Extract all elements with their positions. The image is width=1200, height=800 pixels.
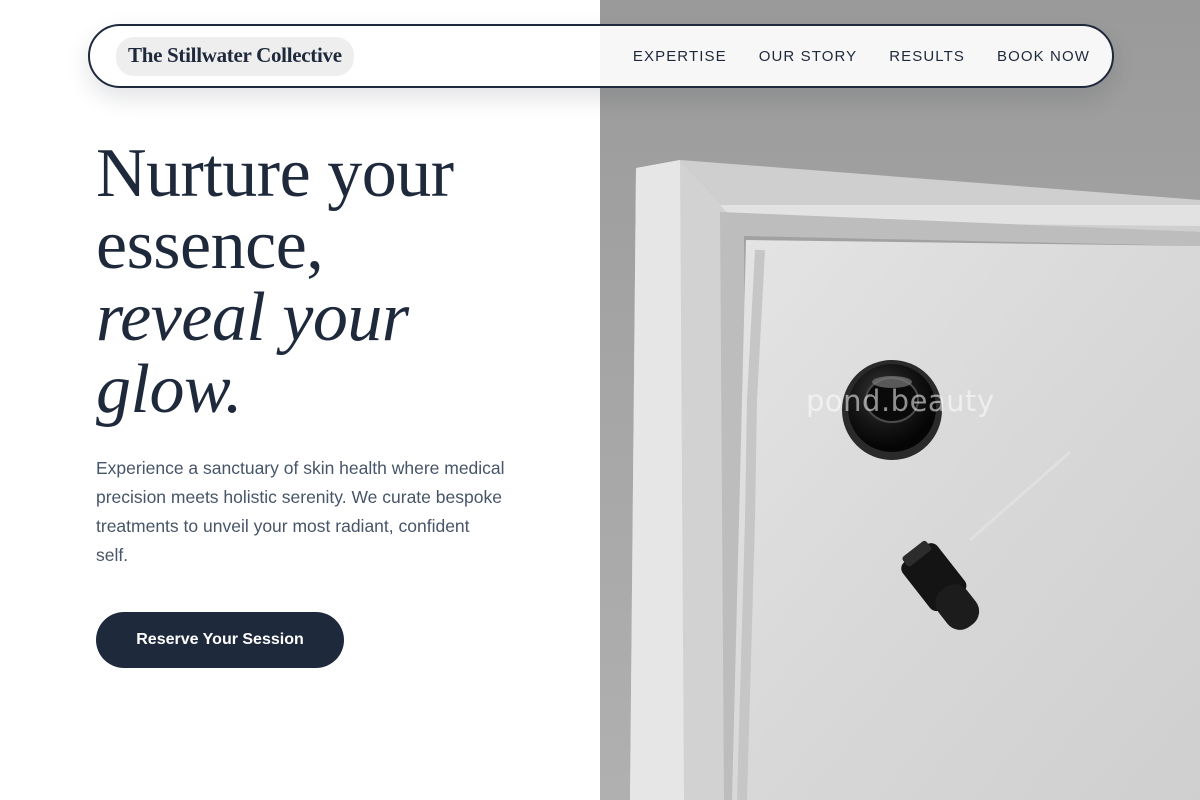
hero-title-line-4: glow. bbox=[96, 351, 242, 428]
hero-title-line-2: essence, bbox=[96, 207, 324, 284]
nav-links: EXPERTISE OUR STORY RESULTS BOOK NOW bbox=[633, 48, 1090, 65]
hero-description: Experience a sanctuary of skin health wh… bbox=[96, 458, 505, 565]
brand-logo[interactable]: The Stillwater Collective bbox=[116, 36, 354, 76]
hero-photo: pond.beauty bbox=[600, 0, 1200, 800]
reserve-session-button[interactable]: Reserve Your Session bbox=[96, 612, 344, 668]
top-navbar: The Stillwater Collective EXPERTISE OUR … bbox=[88, 24, 1114, 88]
nav-link-expertise[interactable]: EXPERTISE bbox=[633, 48, 727, 65]
nav-link-book-now[interactable]: BOOK NOW bbox=[997, 48, 1090, 65]
hero-section: Nurture your essence, reveal your glow. … bbox=[96, 138, 576, 668]
hero-title-line-3: reveal your bbox=[96, 279, 409, 356]
nav-link-our-story[interactable]: OUR STORY bbox=[759, 48, 858, 65]
nav-link-results[interactable]: RESULTS bbox=[889, 48, 965, 65]
hero-title: Nurture your essence, reveal your glow. bbox=[96, 138, 576, 426]
landing-page: pond.beauty The Stillwater Collective EX… bbox=[0, 0, 1200, 800]
image-watermark: pond.beauty bbox=[806, 384, 995, 418]
hero-title-line-1: Nurture your bbox=[96, 135, 454, 212]
